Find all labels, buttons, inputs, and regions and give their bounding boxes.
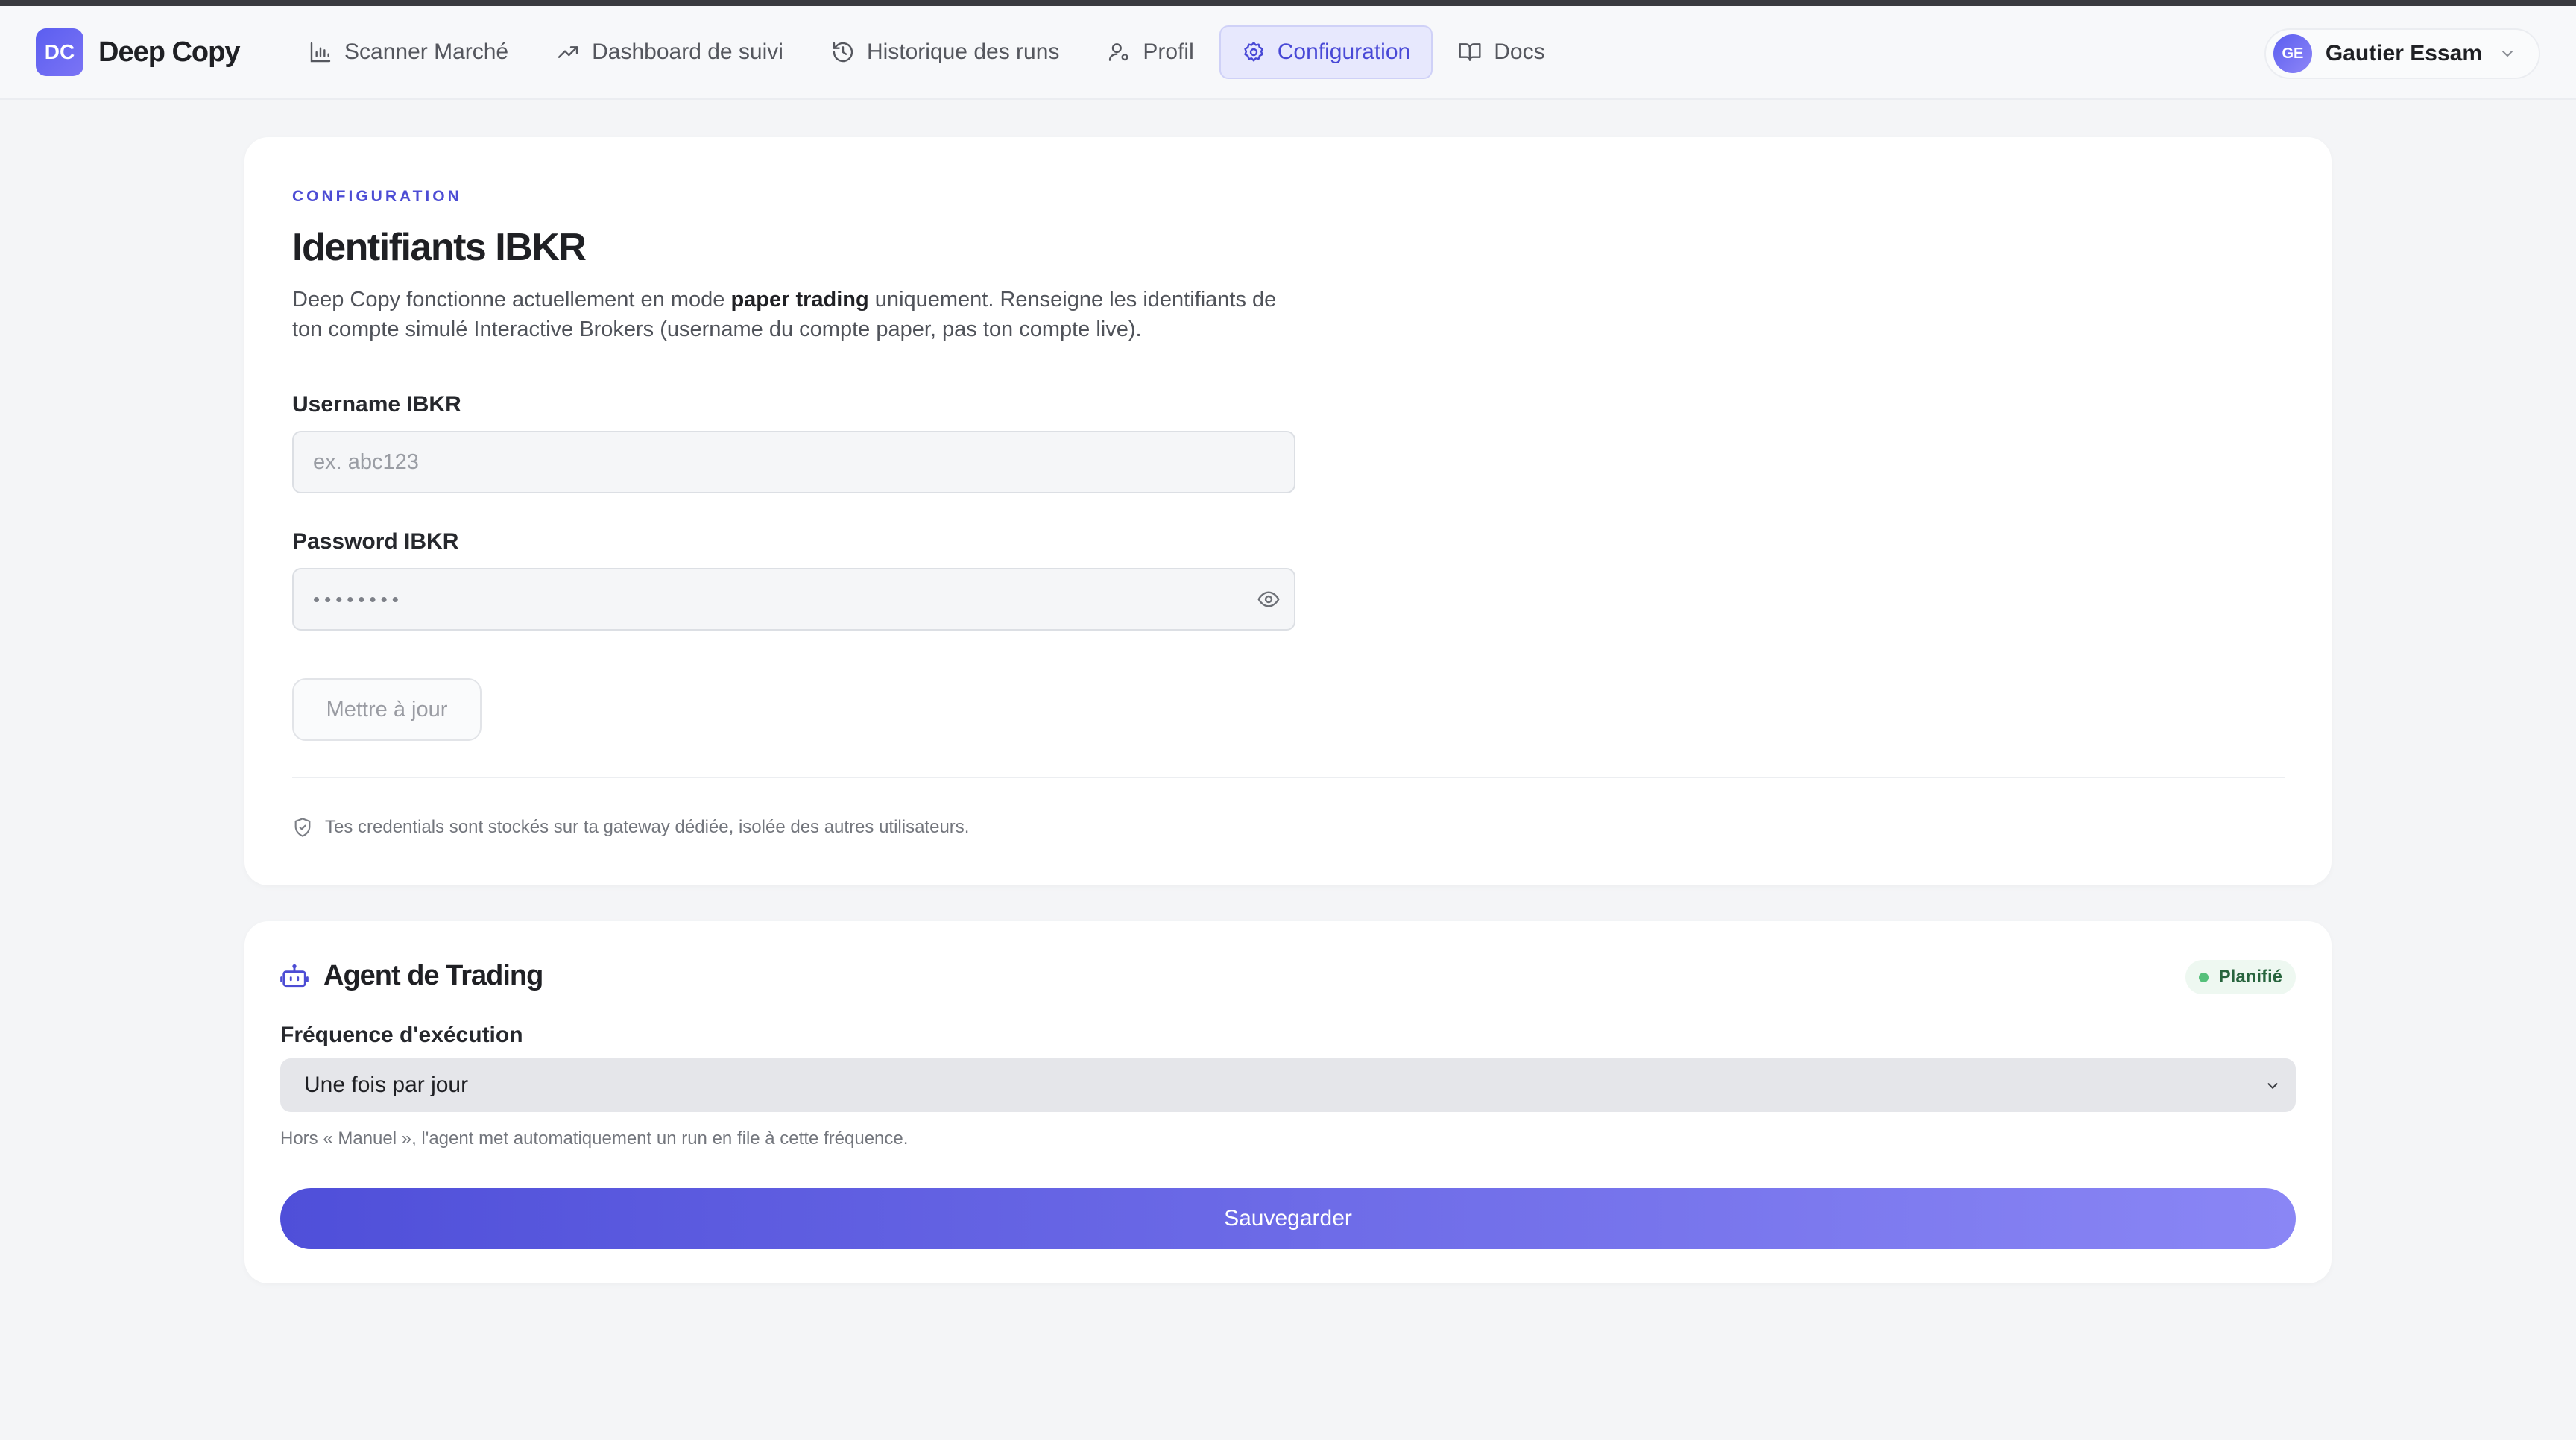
security-note-text: Tes credentials sont stockés sur ta gate… [325,817,970,837]
security-note: Tes credentials sont stockés sur ta gate… [292,812,969,842]
save-button[interactable]: Sauvegarder [280,1188,2296,1249]
agent-title: Agent de Trading [323,960,543,991]
avatar: GE [2273,34,2312,73]
section-description: Deep Copy fonctionne actuellement en mod… [292,285,1306,344]
username-placeholder: ex. abc123 [313,449,419,474]
nav-item-scanner-marche[interactable]: Scanner Marché [286,25,531,79]
password-value: •••••••• [313,587,403,610]
gear-icon [1244,42,1263,62]
eye-icon[interactable] [1257,587,1281,611]
user-name: Gautier Essam [2325,41,2482,66]
trending-up-icon [558,46,578,58]
username-input[interactable]: ex. abc123 [292,431,1295,493]
password-input[interactable]: •••••••• [292,568,1295,631]
frequency-selected: Une fois par jour [304,1073,469,1097]
chevron-down-icon [2267,1083,2278,1089]
history-icon [833,42,853,63]
window-top-border [0,0,2576,6]
bot-icon [280,964,309,987]
chevron-down-icon [2502,51,2513,57]
shield-check-icon [294,818,311,837]
user-menu[interactable]: GE Gautier Essam [2264,28,2540,79]
username-label: Username IBKR [292,392,461,417]
agent-header: Agent de Trading [280,960,543,992]
main-nav: Scanner Marché Dashboard de suivi Histor… [286,25,1570,79]
page-title: Identifiants IBKR [292,226,587,269]
nav-item-label: Historique des runs [866,40,1060,64]
brand-logo: DC [36,28,83,76]
frequency-label: Fréquence d'exécution [280,1023,523,1047]
nav-item-label: Dashboard de suivi [592,40,783,64]
desc-bold: paper trading [730,288,869,312]
ibkr-credentials-card: CONFIGURATION Identifiants IBKR Deep Cop… [244,137,2332,885]
nav-item-dashboard[interactable]: Dashboard de suivi [534,25,806,79]
brand[interactable]: DC Deep Copy [36,28,240,76]
update-button[interactable]: Mettre à jour [292,678,482,741]
nav-item-docs[interactable]: Docs [1436,25,1567,79]
nav-item-label: Docs [1494,40,1545,64]
status-badge: Planifié [2185,960,2296,994]
nav-item-label: Scanner Marché [344,40,509,64]
top-navbar: DC Deep Copy Scanner Marché Dashboard de… [0,6,2576,100]
nav-item-historique[interactable]: Historique des runs [809,25,1082,79]
nav-item-label: Configuration [1277,40,1411,64]
section-eyebrow: CONFIGURATION [292,188,462,205]
desc-part-1: Deep Copy fonctionne actuellement en mod… [292,288,731,312]
nav-item-profil[interactable]: Profil [1085,25,1216,79]
nav-item-label: Profil [1143,40,1194,64]
password-label: Password IBKR [292,529,459,554]
status-dot [2198,972,2209,982]
frequency-hint: Hors « Manuel », l'agent met automatique… [280,1128,909,1149]
divider [292,777,2285,778]
frequency-select[interactable]: Une fois par jour [280,1058,2296,1112]
user-gear-icon [1109,43,1128,61]
nav-item-configuration[interactable]: Configuration [1219,25,1433,79]
book-icon [1459,43,1481,61]
status-label: Planifié [2218,967,2282,987]
brand-name: Deep Copy [98,36,240,68]
trading-agent-card: Agent de Trading Planifié Fréquence d'ex… [244,921,2332,1283]
bar-chart-icon [310,42,331,63]
